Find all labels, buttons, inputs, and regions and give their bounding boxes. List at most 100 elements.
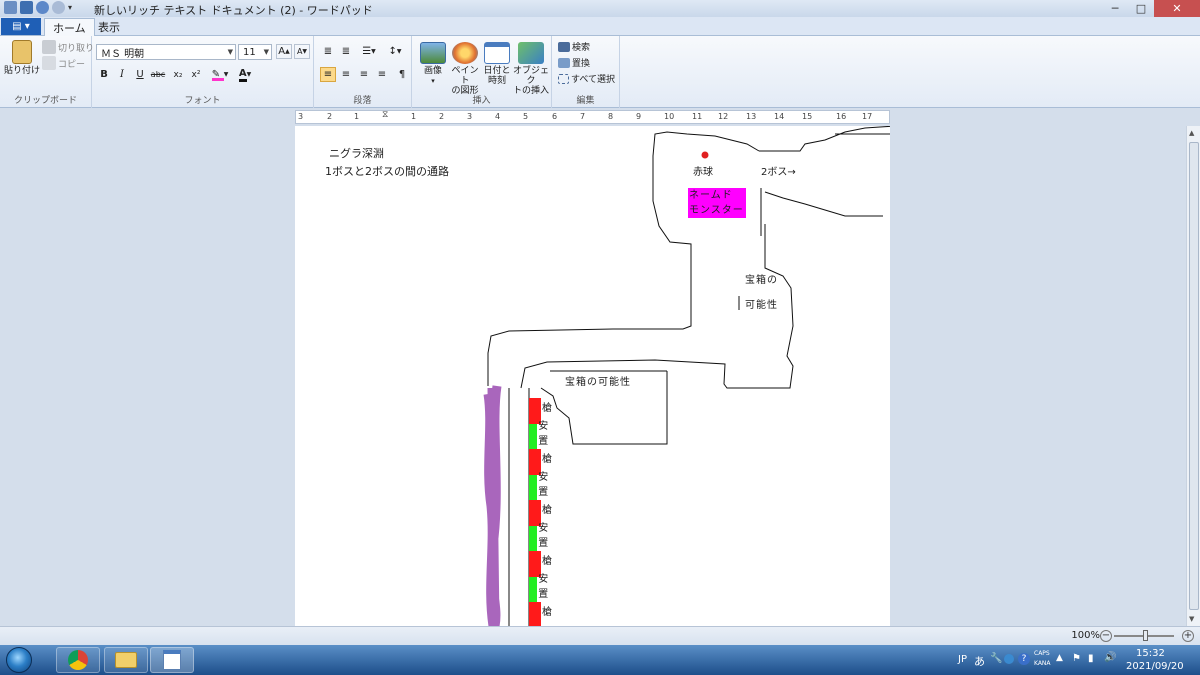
strip-row: 安置 bbox=[529, 472, 552, 501]
font-size-select[interactable]: 11 ▼ bbox=[238, 44, 272, 60]
vertical-scrollbar[interactable]: ▲ ▼ bbox=[1186, 126, 1200, 626]
scroll-up-icon[interactable]: ▲ bbox=[1189, 129, 1194, 137]
clock-date[interactable]: 2021/09/20 bbox=[1126, 661, 1184, 672]
save-icon[interactable] bbox=[20, 1, 33, 14]
indent-marker-icon[interactable]: ⧖ bbox=[382, 110, 388, 120]
scroll-thumb[interactable] bbox=[1189, 142, 1199, 610]
document-area[interactable]: ニグラ深淵 1ボスと2ボスの間の通路 赤球 2ボス→ ネームド モンスター 宝箱… bbox=[0, 126, 1186, 626]
ruler-number: 12 bbox=[718, 112, 729, 121]
bold-button[interactable]: B bbox=[96, 67, 112, 82]
object-icon bbox=[518, 42, 544, 64]
zoom-out-button[interactable]: − bbox=[1100, 630, 1112, 642]
font-group-label: フォント bbox=[184, 96, 221, 106]
ribbon: 貼り付け 切り取り コピー クリップボード ＭＳ 明朝 ▼ 11 ▼ A ▲ A ▼… bbox=[0, 36, 1200, 108]
datetime-label-1: 日付と bbox=[483, 66, 511, 76]
select-all-button[interactable]: すべて選択 bbox=[558, 72, 615, 85]
ruler-number: 1 bbox=[354, 112, 360, 121]
ruler-number: 17 bbox=[862, 112, 873, 121]
chest-a-label-1: 宝箱の bbox=[745, 275, 778, 286]
ruler-number: 8 bbox=[608, 112, 614, 121]
clock-time[interactable]: 15:32 bbox=[1136, 648, 1165, 659]
maximize-button[interactable]: □ bbox=[1128, 0, 1154, 17]
highlight-color-button[interactable]: ✎ ▼ bbox=[208, 67, 232, 82]
doc-subtitle: 1ボスと2ボスの間の通路 bbox=[325, 165, 449, 178]
ruler-number: 3 bbox=[298, 112, 304, 121]
taskbar-wordpad[interactable] bbox=[150, 647, 194, 673]
named-monster-line1: ネームド bbox=[689, 190, 733, 201]
doc-title: ニグラ深淵 bbox=[329, 147, 384, 160]
align-center-icon[interactable]: ≡ bbox=[338, 67, 354, 82]
purple-scribble bbox=[483, 385, 502, 626]
replace-button[interactable]: 置換 bbox=[558, 56, 590, 69]
taskbar-explorer[interactable] bbox=[104, 647, 148, 673]
paste-button[interactable]: 貼り付け bbox=[4, 40, 40, 76]
flag-icon[interactable]: ⚑ bbox=[1072, 653, 1081, 664]
chrome-icon bbox=[68, 650, 88, 670]
line-spacing-icon[interactable]: ↕ ▼ bbox=[384, 44, 406, 59]
strip-row: 槍 bbox=[529, 602, 552, 626]
close-button[interactable]: ✕ bbox=[1154, 0, 1200, 17]
ruler-number: 2 bbox=[327, 112, 333, 121]
minimize-button[interactable]: ─ bbox=[1102, 0, 1128, 17]
image-icon bbox=[420, 42, 446, 64]
kana-indicator: KANA bbox=[1034, 660, 1051, 667]
file-menu-button[interactable]: ▤ ▾ bbox=[1, 18, 41, 35]
find-button[interactable]: 検索 bbox=[558, 40, 590, 53]
paint-drawing-button[interactable]: ペイント の図形 bbox=[448, 42, 482, 96]
language-indicator[interactable]: JP bbox=[958, 654, 967, 665]
redo-icon[interactable] bbox=[52, 1, 65, 14]
paragraph-group-label: 段落 bbox=[353, 96, 372, 106]
align-right-icon[interactable]: ≡ bbox=[356, 67, 372, 82]
tab-view[interactable]: 表示 bbox=[90, 18, 128, 36]
document-page[interactable]: ニグラ深淵 1ボスと2ボスの間の通路 赤球 2ボス→ ネームド モンスター 宝箱… bbox=[295, 126, 890, 626]
wrench-icon[interactable]: 🔧 bbox=[990, 653, 1002, 664]
bullet-list-icon[interactable]: ☰ ▼ bbox=[358, 44, 380, 59]
image-label: 画像 bbox=[423, 66, 442, 76]
text-color-button[interactable]: A ▼ bbox=[234, 67, 256, 82]
underline-button[interactable]: U bbox=[132, 67, 148, 82]
increase-indent-icon[interactable]: ≣ bbox=[338, 44, 354, 59]
network-icon[interactable]: ▮ bbox=[1088, 653, 1094, 664]
insert-object-button[interactable]: オブジェク トの挿入 bbox=[512, 42, 550, 96]
decrease-indent-icon[interactable]: ≣ bbox=[320, 44, 336, 59]
paragraph-dialog-icon[interactable]: ¶ bbox=[394, 67, 410, 82]
text-color-letter: A bbox=[238, 68, 247, 82]
copy-button[interactable]: コピー bbox=[42, 56, 85, 70]
chevron-down-icon: ▼ bbox=[227, 48, 233, 56]
map-wall-exit-top bbox=[759, 126, 890, 152]
start-button[interactable] bbox=[6, 647, 32, 673]
cut-label: 切り取り bbox=[58, 43, 95, 54]
cut-button[interactable]: 切り取り bbox=[42, 40, 94, 54]
wordpad-icon bbox=[163, 650, 181, 670]
tab-home[interactable]: ホーム bbox=[44, 18, 95, 36]
grow-font-button[interactable]: A ▲ bbox=[276, 44, 292, 59]
align-left-icon[interactable]: ≡ bbox=[320, 67, 336, 82]
superscript-button[interactable]: x² bbox=[188, 67, 204, 82]
zoom-slider-thumb[interactable] bbox=[1143, 630, 1148, 641]
named-monster-label: ネームド モンスター bbox=[688, 188, 746, 218]
strikethrough-button[interactable]: abc bbox=[150, 67, 166, 82]
ime-pad-icon[interactable] bbox=[1004, 654, 1014, 664]
status-bar: 100% − + bbox=[0, 626, 1200, 645]
insert-image-button[interactable]: 画像 ▾ bbox=[416, 42, 450, 86]
edit-group-label: 編集 bbox=[576, 96, 595, 106]
undo-icon[interactable] bbox=[36, 1, 49, 14]
font-family-value: ＭＳ 明朝 bbox=[101, 48, 145, 60]
shrink-font-button[interactable]: A ▼ bbox=[294, 44, 310, 59]
speaker-icon[interactable]: 🔊 bbox=[1104, 652, 1116, 663]
ruler[interactable]: 3 2 1 ⧖ 1 2 3 4 5 6 7 8 9 10 11 12 13 14… bbox=[295, 110, 890, 124]
app-menu-icon[interactable] bbox=[4, 1, 17, 14]
date-time-button[interactable]: 日付と 時刻 bbox=[480, 42, 514, 86]
italic-button[interactable]: I bbox=[114, 67, 130, 82]
ruler-number: 2 bbox=[439, 112, 445, 121]
help-icon[interactable]: ? bbox=[1018, 653, 1030, 665]
taskbar-chrome[interactable] bbox=[56, 647, 100, 673]
tray-overflow-icon[interactable]: ▲ bbox=[1056, 653, 1063, 663]
scroll-down-icon[interactable]: ▼ bbox=[1189, 615, 1194, 623]
ime-mode[interactable]: あ bbox=[974, 653, 985, 669]
zoom-in-button[interactable]: + bbox=[1182, 630, 1194, 642]
justify-icon[interactable]: ≡ bbox=[374, 67, 390, 82]
customize-qat-icon[interactable]: ▾ bbox=[68, 3, 72, 12]
subscript-button[interactable]: x₂ bbox=[170, 67, 186, 82]
font-family-select[interactable]: ＭＳ 明朝 ▼ bbox=[96, 44, 236, 60]
